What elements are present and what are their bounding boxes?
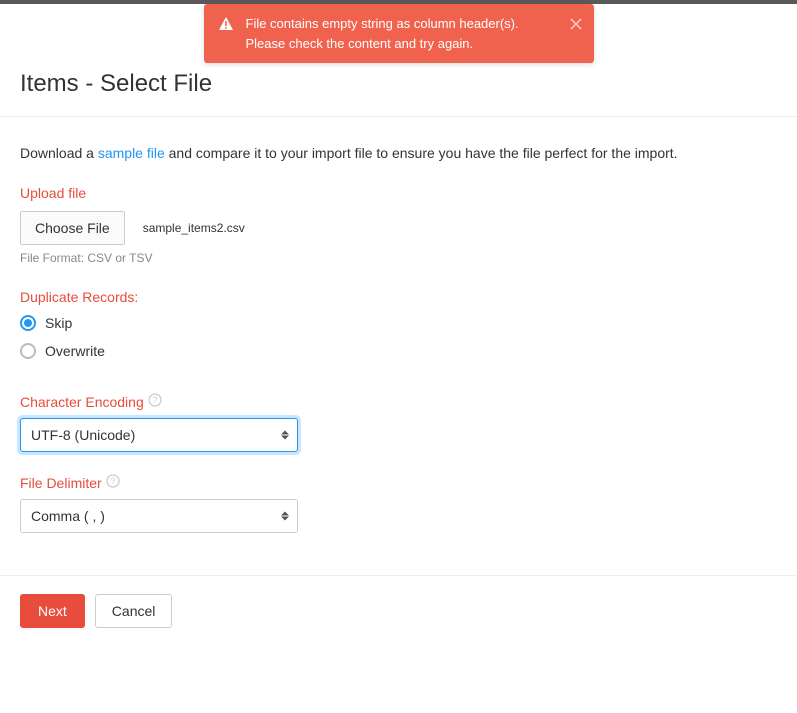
warning-icon bbox=[218, 16, 234, 38]
download-hint: Download a sample file and compare it to… bbox=[20, 145, 777, 161]
upload-label: Upload file bbox=[20, 185, 777, 201]
svg-text:?: ? bbox=[152, 395, 157, 405]
delimiter-select[interactable]: Comma ( , ) bbox=[20, 499, 298, 533]
encoding-label: Character Encoding ? bbox=[20, 393, 777, 410]
duplicate-radio-group: Skip Overwrite bbox=[20, 315, 777, 359]
delimiter-label: File Delimiter ? bbox=[20, 474, 777, 491]
sample-file-link[interactable]: sample file bbox=[98, 145, 165, 161]
radio-icon bbox=[20, 343, 36, 359]
encoding-select[interactable]: UTF-8 (Unicode) bbox=[20, 418, 298, 452]
content-area: Download a sample file and compare it to… bbox=[0, 117, 797, 575]
encoding-value: UTF-8 (Unicode) bbox=[20, 418, 298, 452]
choose-file-button[interactable]: Choose File bbox=[20, 211, 125, 245]
duplicate-label: Duplicate Records: bbox=[20, 289, 777, 305]
page-title: Items - Select File bbox=[20, 70, 777, 98]
file-format-hint: File Format: CSV or TSV bbox=[20, 251, 777, 265]
uploaded-filename: sample_items2.csv bbox=[143, 221, 245, 235]
delimiter-value: Comma ( , ) bbox=[20, 499, 298, 533]
close-icon[interactable] bbox=[570, 16, 582, 36]
help-icon[interactable]: ? bbox=[106, 474, 120, 491]
next-button[interactable]: Next bbox=[20, 594, 85, 628]
alert-message: File contains empty string as column hea… bbox=[246, 14, 554, 53]
radio-skip[interactable]: Skip bbox=[20, 315, 777, 331]
error-alert: File contains empty string as column hea… bbox=[204, 4, 594, 63]
radio-label: Skip bbox=[45, 315, 72, 331]
radio-icon bbox=[20, 315, 36, 331]
help-icon[interactable]: ? bbox=[148, 393, 162, 410]
footer-actions: Next Cancel bbox=[0, 575, 797, 646]
radio-label: Overwrite bbox=[45, 343, 105, 359]
radio-overwrite[interactable]: Overwrite bbox=[20, 343, 777, 359]
svg-text:?: ? bbox=[110, 476, 115, 486]
cancel-button[interactable]: Cancel bbox=[95, 594, 173, 628]
